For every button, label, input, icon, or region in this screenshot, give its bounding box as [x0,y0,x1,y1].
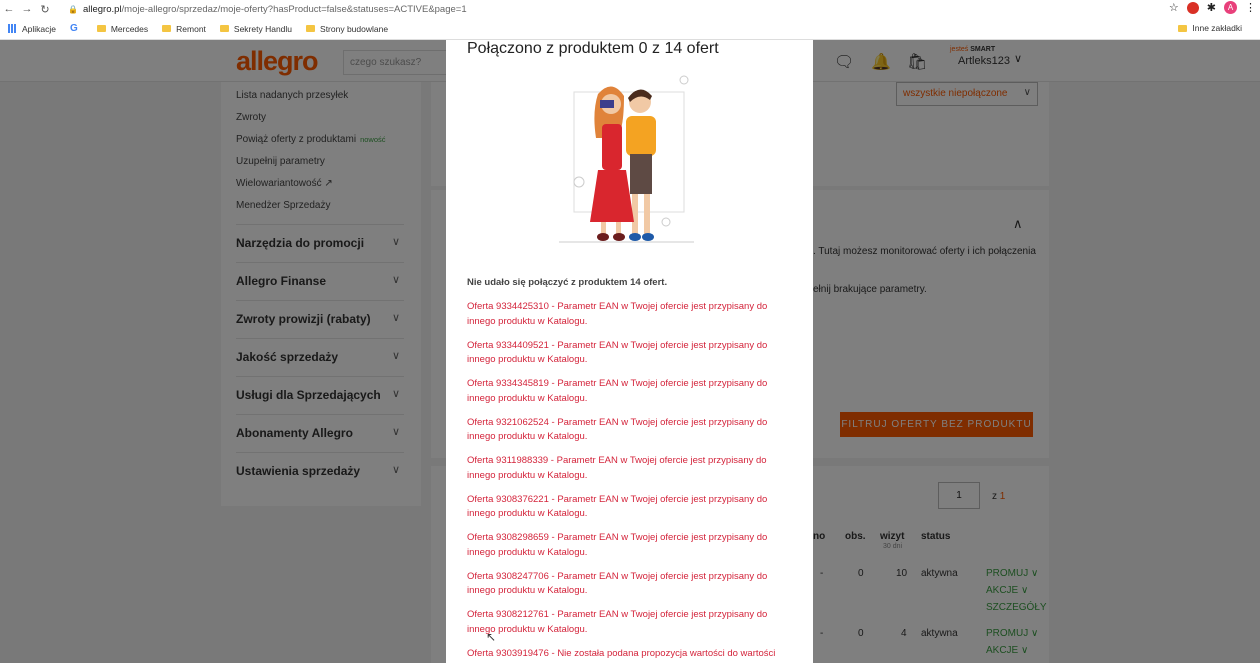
failed-offer-item[interactable]: Oferta 9303919476 - Nie została podana p… [467,647,797,663]
couple-illustration [559,75,694,243]
puzzle-icon[interactable]: ✱ [1207,1,1216,14]
failed-offer-item[interactable]: Oferta 9334425310 - Parametr EAN w Twoje… [467,300,797,339]
folder-icon [1178,24,1188,32]
bookmark-apps[interactable]: Aplikacje [8,24,56,34]
url-host: allegro.pl [82,3,122,15]
google-icon[interactable]: G [70,23,83,34]
failed-offer-item[interactable]: Oferta 9308212761 - Parametr EAN w Twoje… [467,608,797,647]
failed-offer-item[interactable]: Oferta 9308247706 - Parametr EAN w Twoje… [467,570,797,609]
url-path: /moje-allegro/sprzedaz/moje-oferty?hasPr… [121,3,467,15]
mouse-cursor-icon: ↖ [486,630,497,644]
bookmark-other[interactable]: Inne zakładki [1178,23,1242,33]
lock-icon: 🔒 [68,4,78,14]
star-icon[interactable]: ☆ [1169,1,1179,14]
reload-icon[interactable]: ↻ [36,3,54,16]
failed-offer-item[interactable]: Oferta 9334345819 - Parametr EAN w Twoje… [467,377,797,416]
bookmark-sekrety[interactable]: Sekrety Handlu [219,24,292,34]
extension-icon[interactable] [1186,1,1199,14]
link-results-modal: Połączono z produktem 0 z 14 ofert Nie u… [446,40,813,663]
failed-offer-item[interactable]: Oferta 9311988339 - Parametr EAN w Twoje… [467,454,797,493]
address-bar[interactable]: 🔒 allegro.pl /moje-allegro/sprzedaz/moje… [68,4,467,15]
failed-offers-list: Oferta 9334425310 - Parametr EAN w Twoje… [467,300,797,663]
folder-icon [306,25,316,32]
forward-icon[interactable]: → [18,3,36,15]
folder-icon [162,25,172,32]
bookmark-remont[interactable]: Remont [162,24,206,34]
apps-icon [8,24,17,33]
failed-offer-item[interactable]: Oferta 9308376221 - Parametr EAN w Twoje… [467,493,797,532]
profile-avatar[interactable]: A [1224,1,1237,14]
failed-offer-item[interactable]: Oferta 9308298659 - Parametr EAN w Twoje… [467,531,797,570]
bookmarks-bar: Aplikacje G Mercedes Remont Sekrety Hand… [0,18,1260,40]
folder-icon [96,25,106,32]
failed-offer-item[interactable]: Oferta 9321062524 - Parametr EAN w Twoje… [467,416,797,455]
folder-icon [219,25,229,32]
failed-offer-item[interactable]: Oferta 9334409521 - Parametr EAN w Twoje… [467,339,797,378]
bookmark-mercedes[interactable]: Mercedes [96,24,148,34]
failure-heading: Nie udało się połączyć z produktem 14 of… [467,277,668,288]
back-icon[interactable]: ← [0,3,18,15]
bookmark-strony[interactable]: Strony budowlane [306,24,388,34]
menu-icon[interactable]: ⋮ [1245,1,1256,14]
browser-toolbar: ← → ↻ 🔒 allegro.pl /moje-allegro/sprzeda… [0,0,1260,18]
modal-title: Połączono z produktem 0 z 14 ofert [467,40,719,57]
